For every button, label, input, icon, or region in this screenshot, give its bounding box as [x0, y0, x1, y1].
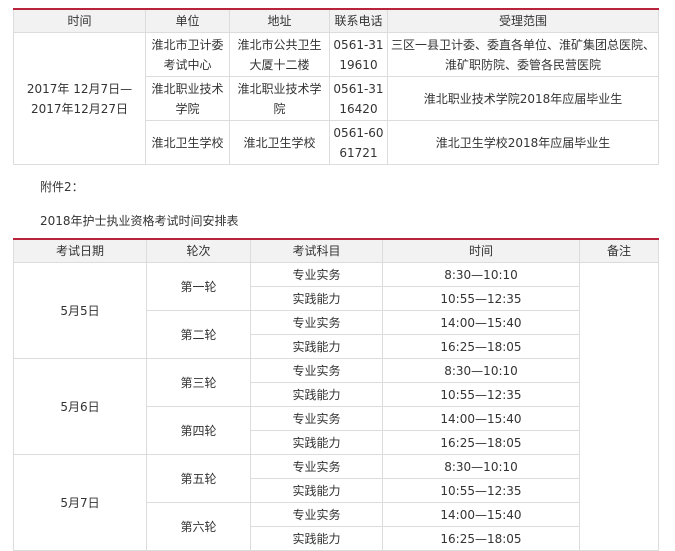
- exam-date-cell: 5月7日: [13, 454, 147, 551]
- round-cell: 第三轮: [146, 358, 251, 407]
- subject-cell: 专业实务: [250, 310, 383, 335]
- subject-cell: 专业实务: [250, 358, 383, 383]
- phone-cell: 0561-3116420: [329, 76, 388, 121]
- header-exam-date: 考试日期: [13, 238, 147, 263]
- subject-cell: 专业实务: [250, 262, 383, 287]
- time-cell: 10:55—12:35: [382, 478, 580, 503]
- round-cell: 第六轮: [146, 502, 251, 551]
- address-cell: 淮北卫生学校: [229, 120, 330, 165]
- time-cell: 14:00—15:40: [382, 310, 580, 335]
- scope-cell: 淮北职业技术学院2018年应届毕业生: [387, 76, 659, 121]
- round-cell: 第一轮: [146, 262, 251, 311]
- header-round: 轮次: [146, 238, 251, 263]
- table-row: 5月5日 第一轮 专业实务 8:30—10:10: [13, 262, 659, 551]
- unit-cell: 淮北职业技术学院: [145, 76, 230, 121]
- subject-cell: 专业实务: [250, 406, 383, 431]
- header-time: 时间: [13, 8, 146, 33]
- subject-cell: 实践能力: [250, 334, 383, 359]
- header-unit: 单位: [145, 8, 230, 33]
- header-phone: 联系电话: [329, 8, 388, 33]
- phone-cell: 0561-6061721: [329, 120, 388, 165]
- table-header-row: 时间 单位 地址 联系电话 受理范围: [13, 8, 659, 33]
- address-cell: 淮北职业技术学院: [229, 76, 330, 121]
- exam-date-cell: 5月5日: [13, 262, 147, 359]
- address-cell: 淮北市公共卫生大厦十二楼: [229, 32, 330, 77]
- subject-cell: 专业实务: [250, 502, 383, 527]
- subject-cell: 实践能力: [250, 478, 383, 503]
- round-cell: 第二轮: [146, 310, 251, 359]
- phone-cell: 0561-3119610: [329, 32, 388, 77]
- time-cell: 8:30—10:10: [382, 358, 580, 383]
- subject-cell: 实践能力: [250, 382, 383, 407]
- scope-cell: 淮北卫生学校2018年应届毕业生: [387, 120, 659, 165]
- header-address: 地址: [229, 8, 330, 33]
- date-range: 2017年 12月7日—2017年12月27日: [13, 32, 146, 165]
- schedule-title: 2018年护士执业资格考试时间安排表: [40, 214, 239, 228]
- header-remarks: 备注: [579, 238, 659, 263]
- time-cell: 16:25—18:05: [382, 526, 580, 551]
- table-row: 2017年 12月7日—2017年12月27日 淮北市卫计委考试中心 淮北市公共…: [13, 32, 659, 165]
- schedule-body: 5月5日 第一轮 专业实务 8:30—10:10 实践能力 10:55—12:35 第二轮专…: [13, 262, 659, 551]
- time-cell: 14:00—15:40: [382, 406, 580, 431]
- unit-cell: 淮北市卫计委考试中心: [145, 32, 230, 77]
- header-time: 时间: [382, 238, 580, 263]
- time-cell: 10:55—12:35: [382, 382, 580, 407]
- time-cell: 8:30—10:10: [382, 454, 580, 479]
- table-row: 5月7日 第五轮 专业实务 8:30—10:10: [13, 454, 659, 551]
- registration-table: 时间 单位 地址 联系电话 受理范围 2017年 12月7日—2017年12月2…: [13, 8, 659, 165]
- subject-cell: 实践能力: [250, 286, 383, 311]
- table-row: 5月6日 第三轮 专业实务 8:30—10:10: [13, 358, 659, 455]
- time-cell: 14:00—15:40: [382, 502, 580, 527]
- unit-cell: 淮北卫生学校: [145, 120, 230, 165]
- subject-cell: 实践能力: [250, 526, 383, 551]
- header-scope: 受理范围: [387, 8, 659, 33]
- header-subject: 考试科目: [250, 238, 383, 263]
- table-header-row: 考试日期 轮次 考试科目 时间 备注: [13, 238, 659, 263]
- round-cell: 第五轮: [146, 454, 251, 503]
- subject-cell: 实践能力: [250, 430, 383, 455]
- time-cell: 16:25—18:05: [382, 334, 580, 359]
- time-cell: 10:55—12:35: [382, 286, 580, 311]
- exam-schedule-table: 考试日期 轮次 考试科目 时间 备注 5月5日 第一轮 专业实务 8:30—10:10…: [13, 238, 659, 551]
- time-cell: 16:25—18:05: [382, 430, 580, 455]
- round-cell: 第四轮: [146, 406, 251, 455]
- time-cell: 8:30—10:10: [382, 262, 580, 287]
- remarks-cell: [579, 262, 659, 551]
- scope-cell: 三区一县卫计委、委直各单位、淮矿集团总医院、淮矿职防院、委管各民营医院: [387, 32, 659, 77]
- exam-date-cell: 5月6日: [13, 358, 147, 455]
- attachment-label: 附件2：: [40, 180, 84, 194]
- subject-cell: 专业实务: [250, 454, 383, 479]
